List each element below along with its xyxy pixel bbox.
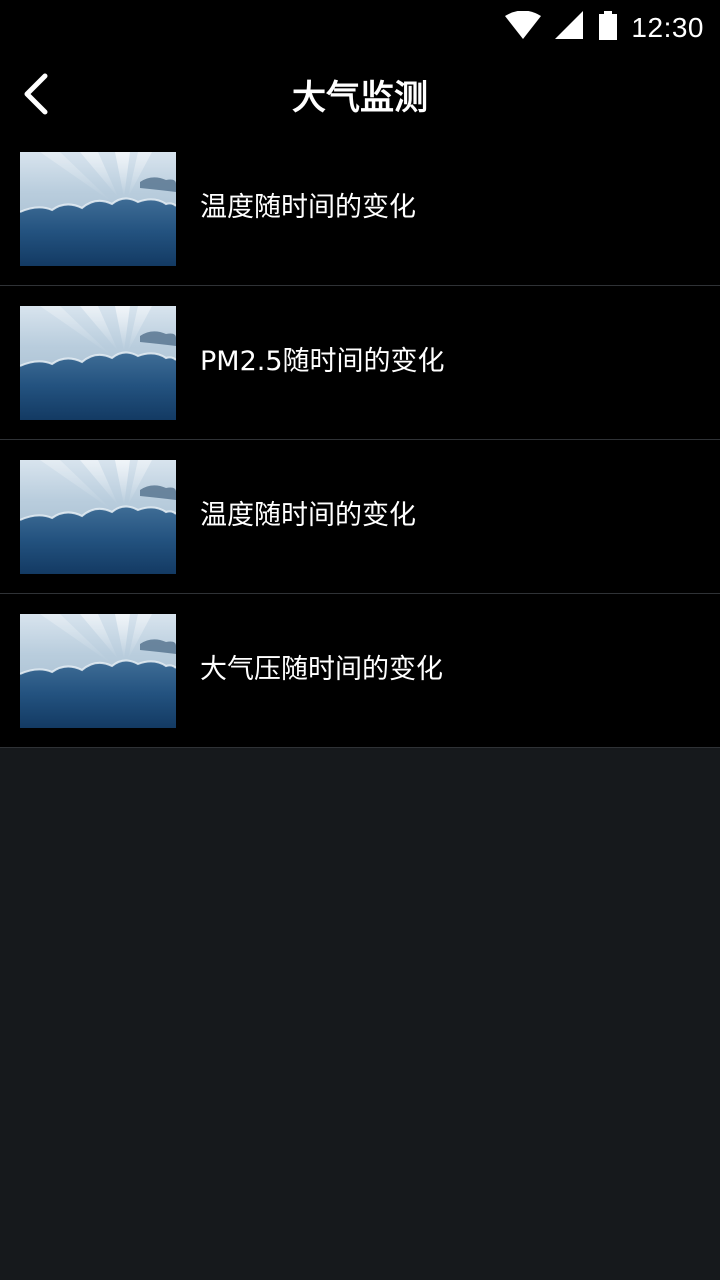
thumbnail-image xyxy=(20,614,176,728)
thumbnail-image xyxy=(20,152,176,266)
wifi-icon xyxy=(505,10,542,45)
list: 温度随时间的变化 PM2.5随时间的变化 温度随时间的变化 大气压随时间的变化 xyxy=(0,132,720,748)
list-item[interactable]: 大气压随时间的变化 xyxy=(0,594,720,748)
list-item[interactable]: 温度随时间的变化 xyxy=(0,440,720,594)
thumbnail-image xyxy=(20,460,176,574)
list-item-label: PM2.5随时间的变化 xyxy=(200,346,445,377)
list-item[interactable]: 温度随时间的变化 xyxy=(0,132,720,286)
status-time: 12:30 xyxy=(631,12,704,43)
list-item-label: 大气压随时间的变化 xyxy=(200,654,443,685)
list-item-label: 温度随时间的变化 xyxy=(200,192,416,223)
list-item[interactable]: PM2.5随时间的变化 xyxy=(0,286,720,440)
list-item-label: 温度随时间的变化 xyxy=(200,500,416,531)
thumbnail-image xyxy=(20,306,176,420)
status-bar: 12:30 xyxy=(0,0,720,56)
cell-signal-icon xyxy=(555,11,585,45)
page-title: 大气监测 xyxy=(292,78,428,118)
app-bar: 大气监测 xyxy=(0,56,720,140)
battery-icon xyxy=(599,11,618,45)
status-icons: 12:30 xyxy=(505,8,704,48)
